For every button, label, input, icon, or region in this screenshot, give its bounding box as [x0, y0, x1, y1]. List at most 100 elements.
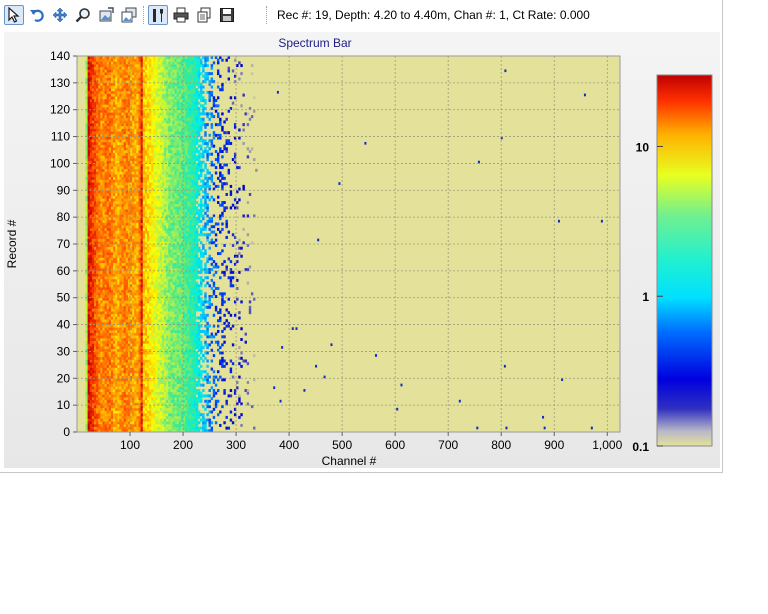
heatmap-cell — [212, 284, 216, 288]
heatmap-cell — [168, 418, 171, 422]
heatmap-cell — [102, 284, 105, 288]
heatmap-cell — [144, 303, 148, 307]
heatmap-cell — [189, 405, 192, 409]
heatmap-cell — [104, 421, 107, 425]
heatmap-cell — [121, 346, 124, 350]
heatmap-cell — [174, 405, 177, 409]
heatmap-cell — [195, 389, 199, 393]
spectrum-bar-chart[interactable]: Spectrum Bar 100 200 300 400 500 600 700 800 900… — [4, 32, 720, 468]
heatmap-cell — [132, 367, 135, 371]
heatmap-cell — [157, 233, 161, 237]
heatmap-cell — [157, 297, 161, 301]
heatmap-cell — [195, 332, 199, 336]
heatmap-cell — [197, 262, 201, 266]
heatmap-cell — [85, 394, 88, 398]
tools-icon[interactable] — [148, 5, 168, 25]
image-copy-icon[interactable] — [119, 5, 139, 25]
heatmap-cell — [157, 359, 161, 363]
heatmap-cell — [210, 367, 214, 371]
heatmap-cell — [178, 356, 182, 360]
heatmap-cell — [117, 380, 120, 384]
heatmap-cell — [134, 222, 137, 226]
heatmap-cell — [110, 399, 114, 403]
heatmap-cell — [142, 206, 146, 210]
heatmap-cell — [87, 362, 91, 366]
image-export-icon[interactable] — [96, 5, 116, 25]
heatmap-cell — [187, 222, 190, 226]
heatmap-cell — [121, 225, 124, 229]
heatmap-cell — [123, 316, 127, 320]
heatmap-cell — [172, 313, 175, 317]
heatmap-cell — [176, 372, 180, 376]
heatmap-cell — [93, 362, 97, 366]
heatmap-cell — [115, 249, 118, 253]
heatmap-cell — [161, 254, 165, 258]
heatmap-cell — [100, 289, 103, 293]
heatmap-cell — [244, 389, 247, 393]
heatmap-cell — [155, 230, 158, 234]
heatmap-cell — [170, 405, 173, 409]
heatmap-cell — [113, 367, 116, 371]
heatmap-cell — [159, 260, 163, 264]
heatmap-cell — [187, 219, 190, 223]
printer-icon[interactable] — [171, 5, 191, 25]
heatmap-cell — [178, 273, 182, 277]
heatmap-cell — [85, 300, 88, 304]
heatmap-cell — [193, 206, 197, 210]
heatmap-cell — [147, 289, 150, 293]
heatmap-cell — [178, 383, 182, 387]
heatmap-cell — [206, 281, 209, 285]
heatmap-cell — [172, 324, 175, 328]
heatmap-cell — [115, 278, 118, 282]
floppy-disk-icon[interactable] — [217, 5, 237, 25]
heatmap-cell — [193, 370, 197, 374]
magnifier-icon[interactable] — [73, 5, 93, 25]
heatmap-cell — [204, 222, 207, 226]
heatmap-cell — [189, 211, 192, 215]
heatmap-cell — [138, 222, 141, 226]
heatmap-cell — [206, 238, 209, 242]
pointer-arrow-icon[interactable] — [4, 5, 24, 25]
heatmap-cell — [159, 270, 163, 274]
heatmap-cell — [100, 203, 103, 207]
heatmap-cell — [187, 260, 190, 264]
heatmap-cell — [121, 413, 124, 417]
heatmap-cell — [206, 399, 209, 403]
heatmap-cell — [161, 235, 165, 239]
heatmap-cell — [132, 391, 135, 395]
heatmap-cell — [155, 415, 158, 419]
heatmap-cell — [115, 372, 118, 376]
heatmap-cell — [117, 362, 120, 366]
heatmap-cell — [140, 284, 144, 288]
heatmap-cell — [147, 332, 150, 336]
heatmap-cell — [138, 354, 141, 358]
heatmap-cell — [210, 335, 214, 339]
heatmap-cell — [98, 286, 101, 290]
heatmap-cell — [87, 354, 91, 358]
heatmap-cell — [144, 327, 148, 331]
heatmap-cell — [159, 316, 163, 320]
heatmap-cell — [104, 249, 107, 253]
heatmap-cell — [119, 270, 122, 274]
heatmap-cell — [100, 257, 103, 261]
heatmap-cell — [104, 262, 107, 266]
heatmap-cell — [195, 410, 199, 414]
heatmap-cell — [189, 244, 192, 247]
heatmap-cell — [189, 386, 192, 390]
heatmap-cell — [178, 235, 182, 239]
heatmap-cell — [163, 389, 167, 393]
heatmap-cell — [170, 209, 173, 213]
heatmap-cell — [159, 222, 163, 226]
heatmap-cell — [140, 230, 144, 234]
copy-pages-icon[interactable] — [194, 5, 214, 25]
heatmap-cell — [96, 415, 99, 419]
heatmap-cell — [106, 348, 110, 352]
undo-icon[interactable] — [27, 5, 47, 25]
heatmap-cell — [119, 386, 122, 390]
pan-arrows-icon[interactable] — [50, 5, 70, 25]
heatmap-cell — [134, 313, 137, 317]
heatmap-cell — [174, 305, 177, 309]
heatmap-cell — [123, 303, 127, 307]
heatmap-cell — [157, 278, 161, 282]
heatmap-cell — [123, 329, 127, 333]
